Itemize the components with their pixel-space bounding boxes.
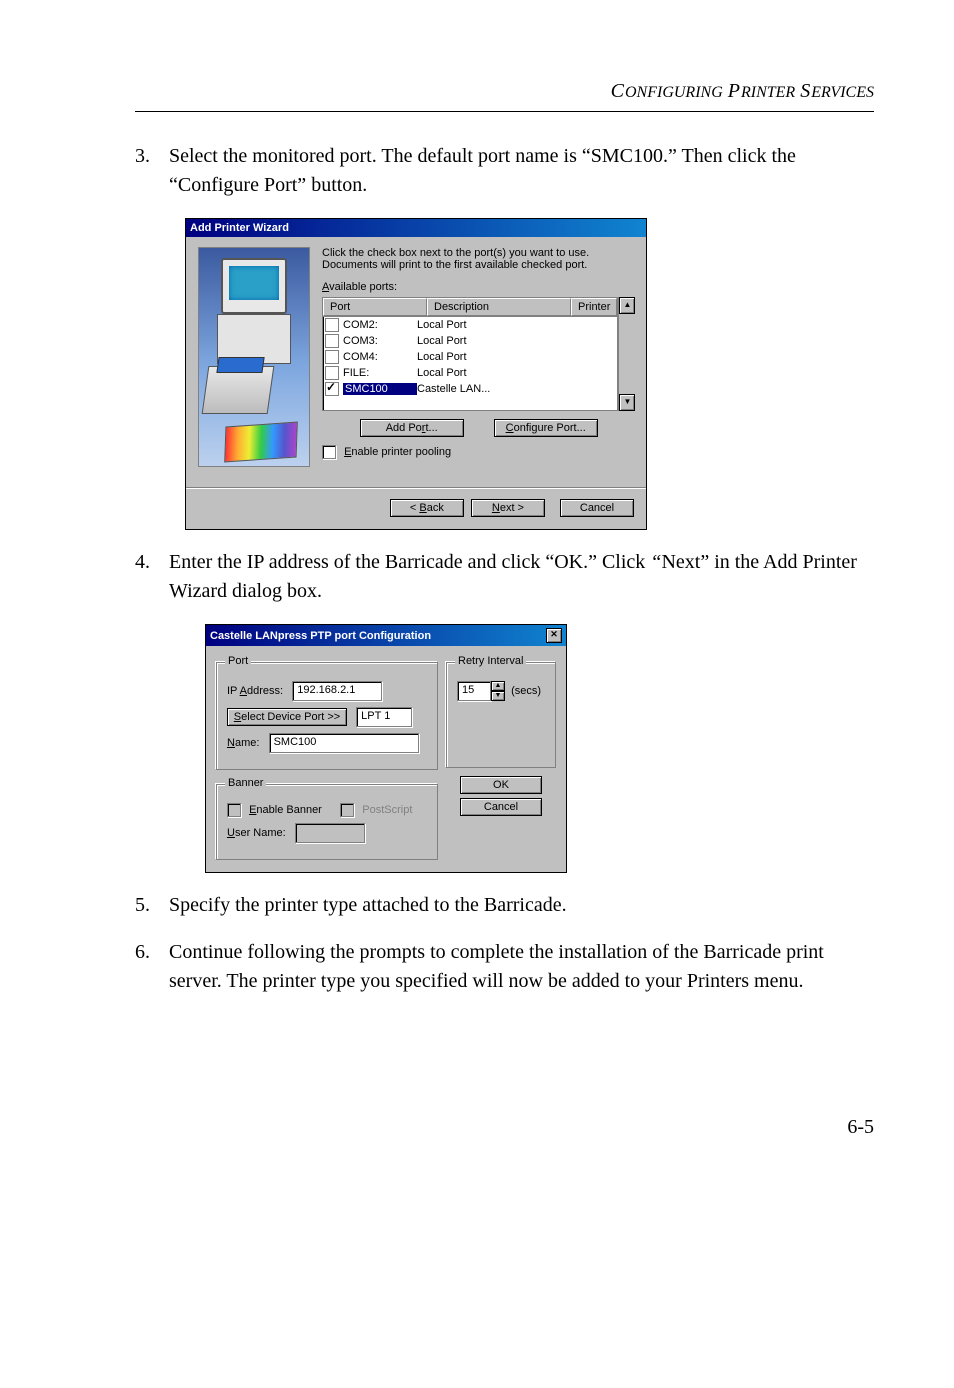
close-icon[interactable]: ✕ <box>546 628 562 643</box>
step-4-number: 4. <box>135 548 169 606</box>
banner-legend: Banner <box>225 777 266 789</box>
step-5-text: Specify the printer type attached to the… <box>169 891 874 920</box>
postscript-checkbox[interactable] <box>340 803 354 817</box>
windows-logo-icon <box>243 270 265 288</box>
retry-interval-legend: Retry Interval <box>455 655 526 667</box>
port-legend: Port <box>225 655 251 667</box>
retry-spin-buttons[interactable]: ▲▼ <box>491 681 505 701</box>
printer-icon <box>202 366 275 414</box>
port-row[interactable]: FILE:Local Port <box>323 365 617 381</box>
wizard-title: Add Printer Wizard <box>190 222 289 234</box>
enable-pooling-checkbox[interactable] <box>322 445 336 459</box>
port-name-input[interactable]: SMC100 <box>269 733 419 753</box>
ip-address-label: IP Address: <box>227 685 283 697</box>
column-printer[interactable]: Printer <box>571 298 617 316</box>
port-row[interactable]: COM2:Local Port <box>323 317 617 333</box>
castelle-config-dialog: Castelle LANpress PTP port Configuration… <box>205 624 567 873</box>
column-port[interactable]: Port <box>323 298 427 316</box>
add-printer-wizard-dialog: Add Printer Wizard Click the check box n… <box>185 218 647 530</box>
ports-listview[interactable]: Port Description Printer COM2:Local Port… <box>322 297 618 411</box>
header-rule <box>135 111 874 112</box>
castelle-title: Castelle LANpress PTP port Configuration <box>210 630 431 642</box>
scroll-down-icon[interactable]: ▼ <box>619 394 635 411</box>
retry-unit-label: (secs) <box>511 685 541 697</box>
step-6-text: Continue following the prompts to comple… <box>169 938 874 996</box>
wizard-titlebar: Add Printer Wizard <box>186 219 646 237</box>
back-button[interactable]: < Back <box>390 499 464 517</box>
user-name-label: User Name: <box>227 827 286 839</box>
banner-groupbox: Banner Enable Banner PostScript User Nam… <box>216 784 438 860</box>
retry-interval-groupbox: Retry Interval 15 ▲▼ (secs) <box>446 662 556 768</box>
next-button[interactable]: Next > <box>471 499 545 517</box>
postscript-label: PostScript <box>362 804 412 816</box>
page-header: CONFIGURING PRINTER SERVICES <box>135 80 874 103</box>
port-row-selected[interactable]: SMC100Castelle LAN... <box>323 381 617 397</box>
ports-scrollbar[interactable]: ▲ ▼ <box>618 297 635 411</box>
scroll-up-icon[interactable]: ▲ <box>619 297 635 314</box>
step-5-number: 5. <box>135 891 169 920</box>
castelle-cancel-button[interactable]: Cancel <box>460 798 542 816</box>
port-row[interactable]: COM3:Local Port <box>323 333 617 349</box>
name-label: Name: <box>227 737 259 749</box>
enable-pooling-label: Enable printer pooling <box>344 446 451 458</box>
port-row[interactable]: COM4:Local Port <box>323 349 617 365</box>
user-name-input[interactable] <box>295 823 365 843</box>
configure-port-button[interactable]: Configure Port... <box>494 419 598 437</box>
select-device-port-button[interactable]: Select Device Port >> <box>227 708 347 726</box>
step-3-text: Select the monitored port. The default p… <box>169 142 874 200</box>
add-port-button[interactable]: Add Port... <box>360 419 464 437</box>
ip-address-input[interactable]: 192.168.2.1 <box>292 681 382 701</box>
available-ports-label: Available ports: <box>322 281 397 293</box>
page-number: 6-5 <box>135 1116 874 1139</box>
enable-banner-checkbox[interactable] <box>227 803 241 817</box>
step-6-number: 6. <box>135 938 169 996</box>
retry-interval-input[interactable]: 15 <box>457 681 491 701</box>
wizard-instruction-2: Documents will print to the first availa… <box>322 259 635 271</box>
device-port-input[interactable]: LPT 1 <box>356 707 412 727</box>
step-4-text: Enter the IP address of the Barricade an… <box>169 548 874 606</box>
column-description[interactable]: Description <box>427 298 571 316</box>
port-groupbox: Port IP Address: 192.168.2.1 Select Devi… <box>216 662 438 770</box>
cancel-button[interactable]: Cancel <box>560 499 634 517</box>
ok-button[interactable]: OK <box>460 776 542 794</box>
wizard-sidebar-art <box>198 247 310 467</box>
color-swatch-icon <box>224 422 298 463</box>
enable-banner-label: Enable Banner <box>249 804 322 816</box>
wizard-instruction-1: Click the check box next to the port(s) … <box>322 247 635 259</box>
castelle-titlebar: Castelle LANpress PTP port Configuration… <box>206 625 566 646</box>
step-3-number: 3. <box>135 142 169 200</box>
